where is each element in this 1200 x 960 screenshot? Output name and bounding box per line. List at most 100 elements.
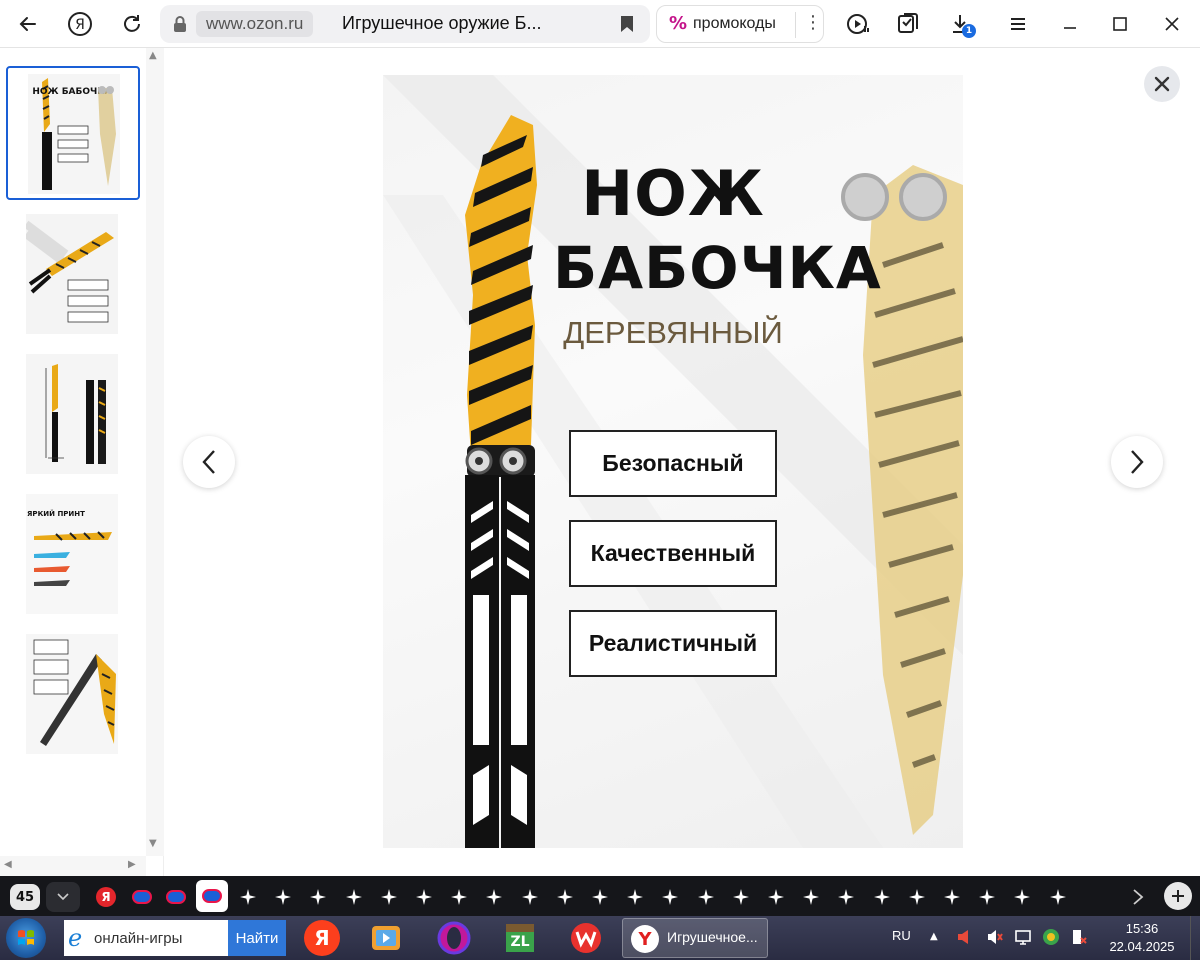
close-window-button[interactable] [1154,6,1190,42]
taskbar-video-player[interactable] [366,920,406,956]
thumbnail-image [26,354,118,474]
reload-icon [124,15,140,32]
media-button[interactable] [840,6,876,42]
tab-list-button[interactable] [46,882,80,912]
tab-count-button[interactable]: 45 [10,884,40,910]
tab-star-8[interactable] [482,885,506,909]
collections-icon [898,13,918,33]
mute-icon[interactable] [986,928,1004,946]
yandex-browser-icon: Y [631,925,659,953]
thumbnail-1[interactable]: НОЖ БАБОЧКА [6,66,140,200]
thumbnail-4[interactable]: ЯРКИЙ ПРИНТ [6,488,140,622]
tab-star-4[interactable] [342,885,366,909]
previous-image-button[interactable] [183,436,235,488]
svg-text:ZL: ZL [510,934,529,950]
new-tab-button[interactable] [1164,882,1192,910]
collections-button[interactable] [890,6,926,42]
tab-star-19[interactable] [870,885,894,909]
scroll-up-icon[interactable]: ▲ [149,50,157,61]
action-center-icon[interactable] [1070,928,1088,946]
tab-star-21[interactable] [940,885,964,909]
tab-star-18[interactable] [834,885,858,909]
tab-star-1[interactable] [236,885,260,909]
sparkle-icon [803,889,820,905]
tab-star-6[interactable] [412,885,436,909]
network-icon[interactable] [1014,928,1032,946]
reload-button[interactable] [114,6,150,42]
page-title: Игрушечное оружие Б... [342,13,542,33]
taskbar-zona[interactable]: ZL [500,920,540,956]
sparkle-icon [944,889,960,905]
tab-star-16[interactable] [764,885,788,909]
menu-button[interactable] [1000,6,1036,42]
address-domain[interactable]: www.ozon.ru [196,11,314,37]
thumbnail-3[interactable] [6,348,140,482]
thumbnail-image: ЯРКИЙ ПРИНТ [26,494,118,614]
tab-star-9[interactable] [518,885,542,909]
taskbar-wps[interactable] [566,920,606,956]
tab-star-15[interactable] [729,885,753,909]
promo-codes-button[interactable]: % промокоды ⋮ [656,5,824,43]
search-input[interactable] [94,926,224,950]
taskbar-active-window[interactable]: Y Игрушечное... [622,918,768,958]
tab-star-20[interactable] [905,885,929,909]
sparkle-icon [310,889,327,905]
yandex-button[interactable]: Я [62,6,98,42]
sparkle-icon [768,889,784,905]
address-bar[interactable]: www.ozon.ru Игрушечное оружие Б... [160,5,650,43]
minimize-button[interactable] [1052,6,1088,42]
taskbar-yandex[interactable]: Я [302,920,342,956]
tab-star-3[interactable] [306,885,330,909]
tray-expand-icon[interactable]: ▲ [930,931,938,942]
scroll-right-icon[interactable]: ▶ [128,859,136,870]
tab-star-11[interactable] [588,885,612,909]
tab-yandex[interactable]: Я [94,885,118,909]
close-icon [1165,17,1179,31]
volume-icon[interactable] [956,928,972,946]
next-image-button[interactable] [1111,436,1163,488]
tab-star-17[interactable] [799,885,823,909]
scroll-left-icon[interactable]: ◀ [4,859,12,870]
show-desktop-button[interactable] [1190,916,1200,960]
plus-icon [1172,890,1184,902]
back-button[interactable] [10,6,46,42]
system-clock[interactable]: 15:36 22.04.2025 [1104,920,1180,956]
tab-star-24[interactable] [1046,885,1070,909]
tab-star-13[interactable] [658,885,682,909]
thumbnail-panel: НОЖ БАБОЧКА ЯРКИЙ ПРИНТ ▲ ▼ ◀ ▶ [0,48,164,876]
thumbnail-caption: ЯРКИЙ ПРИНТ [27,509,85,518]
taskbar-opera[interactable] [434,920,474,956]
scroll-down-icon[interactable]: ▼ [149,838,157,849]
more-icon[interactable]: ⋮ [795,12,822,38]
tab-star-5[interactable] [377,885,401,909]
tab-star-7[interactable] [447,885,471,909]
tab-star-14[interactable] [694,885,718,909]
taskbar-search: e [64,920,228,956]
product-image: НОЖ БАБОЧКА ДЕРЕВЯННЫЙ Безопасный Качест… [383,75,963,848]
chevron-right-icon [1133,889,1144,905]
tabs-scroll-right-button[interactable] [1126,885,1150,909]
tab-star-22[interactable] [975,885,999,909]
bookmark-icon[interactable] [620,15,634,33]
language-indicator[interactable]: RU [892,928,911,943]
tab-ozon-2[interactable] [164,885,188,909]
sparkle-icon [662,889,679,905]
tab-star-23[interactable] [1010,885,1034,909]
downloads-button[interactable]: 1 [942,6,978,42]
tab-star-12[interactable] [623,885,647,909]
svg-text:Я: Я [75,17,85,33]
opera-icon [437,921,471,955]
thumbnail-2[interactable] [6,208,140,342]
tab-ozon-active[interactable] [196,880,228,912]
tab-ozon-1[interactable] [130,885,154,909]
thumbnail-5[interactable] [6,628,140,762]
antivirus-icon[interactable] [1042,928,1060,946]
close-viewer-button[interactable] [1144,66,1180,102]
maximize-button[interactable] [1102,6,1138,42]
tab-star-2[interactable] [271,885,295,909]
thumbnail-vertical-scrollbar[interactable]: ▲ ▼ [146,48,164,856]
tab-star-10[interactable] [553,885,577,909]
thumbnail-horizontal-scrollbar[interactable]: ◀ ▶ [0,856,146,876]
start-button[interactable] [6,918,46,958]
search-go-button[interactable]: Найти [228,920,286,956]
